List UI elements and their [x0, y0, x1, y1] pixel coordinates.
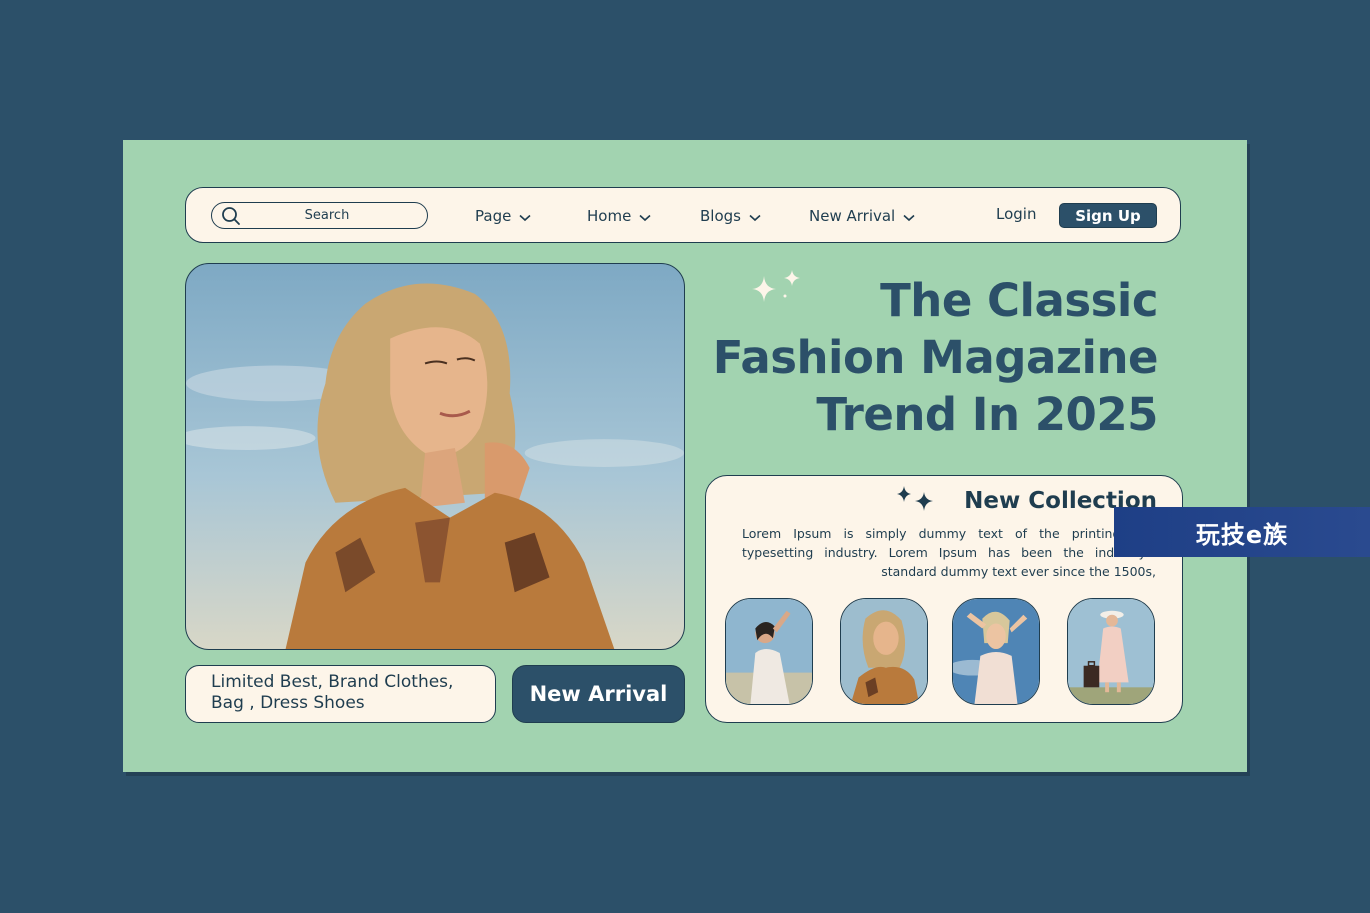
- new-collection-panel: New Collection Lorem Ipsum is simply dum…: [705, 475, 1183, 723]
- nav-home-label: Home: [587, 207, 632, 225]
- chevron-down-icon: [903, 214, 915, 221]
- nav-blogs-label: Blogs: [700, 207, 741, 225]
- woman-with-suitcase-icon: [1068, 599, 1154, 704]
- headline-line-1: The Classic: [880, 274, 1158, 327]
- nav-page[interactable]: Page: [475, 205, 531, 227]
- sparkle-icon: [897, 486, 933, 511]
- chevron-down-icon: [519, 214, 531, 221]
- woman-sky-icon: [953, 599, 1039, 704]
- search-input[interactable]: [252, 206, 402, 224]
- new-arrival-button[interactable]: New Arrival: [512, 665, 685, 723]
- landing-card: Page Home Blogs New Arrival Login Sign U…: [123, 140, 1247, 772]
- headline-line-2: Fashion Magazine: [712, 331, 1159, 384]
- thumbnail-1[interactable]: [725, 598, 813, 705]
- signup-button[interactable]: Sign Up: [1059, 203, 1157, 228]
- top-navbar: Page Home Blogs New Arrival Login Sign U…: [185, 187, 1181, 243]
- search-box[interactable]: [211, 202, 428, 229]
- login-link[interactable]: Login: [996, 205, 1036, 223]
- nav-home[interactable]: Home: [587, 205, 651, 227]
- nav-new-arrival-label: New Arrival: [809, 207, 896, 225]
- nav-blogs[interactable]: Blogs: [700, 205, 761, 227]
- headline-line-3: Trend In 2025: [816, 388, 1158, 441]
- watermark-banner: 玩技e族: [1114, 507, 1370, 557]
- woman-white-dress-icon: [726, 599, 812, 704]
- thumbnail-2[interactable]: [840, 598, 928, 705]
- nav-new-arrival[interactable]: New Arrival: [809, 205, 915, 227]
- search-icon: [222, 207, 240, 225]
- thumbnail-3[interactable]: [952, 598, 1040, 705]
- chevron-down-icon: [749, 214, 761, 221]
- nav-page-label: Page: [475, 207, 512, 225]
- chevron-down-icon: [639, 214, 651, 221]
- woman-blonde-portrait-icon: [841, 599, 927, 704]
- woman-portrait-icon: [186, 283, 684, 649]
- hero-headline: The Classic Fashion Magazine Trend In 20…: [678, 272, 1159, 443]
- promo-tagline: Limited Best, Brand Clothes, Bag , Dress…: [185, 665, 496, 723]
- hero-image: [185, 263, 685, 650]
- thumbnail-4[interactable]: [1067, 598, 1155, 705]
- collection-description: Lorem Ipsum is simply dummy text of the …: [742, 526, 1156, 579]
